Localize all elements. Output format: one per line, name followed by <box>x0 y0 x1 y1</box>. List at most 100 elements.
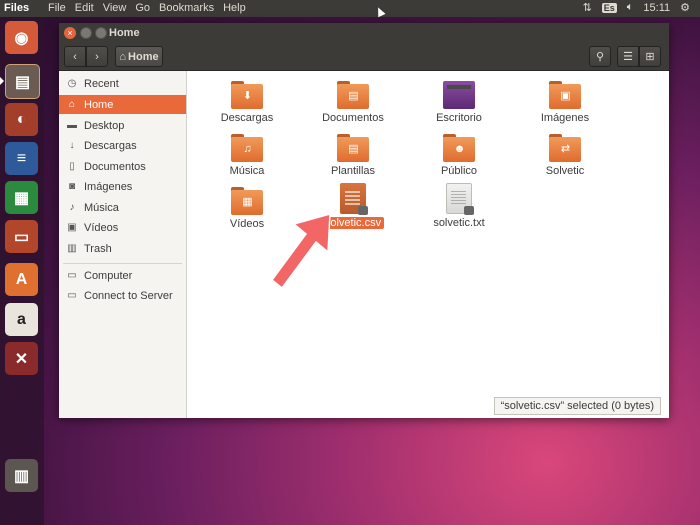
search-button[interactable]: ⚲ <box>589 46 611 67</box>
lock-icon <box>358 206 368 215</box>
sidebar-item-descargas[interactable]: ↓ Descargas <box>59 136 186 155</box>
network-icon[interactable]: ⇅ <box>583 1 592 14</box>
file-item-escritorio[interactable]: Escritorio <box>414 81 504 124</box>
folder-icon: ⬇ <box>231 81 263 109</box>
clock[interactable]: 15:11 <box>643 2 670 14</box>
menu-edit[interactable]: Edit <box>75 2 94 14</box>
chevron-right-icon: › <box>95 50 99 63</box>
grid-view-button[interactable]: ⊞ <box>639 46 661 67</box>
file-item-imagenes[interactable]: ▣ Imágenes <box>520 81 610 124</box>
music-note-icon: ♫ <box>243 142 252 155</box>
menu-help[interactable]: Help <box>223 2 246 14</box>
camera-icon: ◙ <box>68 181 76 192</box>
close-button[interactable]: × <box>64 27 76 39</box>
sidebar-item-home[interactable]: ⌂ Home <box>59 95 186 114</box>
sidebar-item-label: Música <box>84 201 119 214</box>
folder-icon: ▬ <box>67 120 77 131</box>
film-icon: ▦ <box>242 196 253 208</box>
folder-icon: ▦ <box>231 187 263 215</box>
chevron-left-icon: ‹ <box>73 50 77 63</box>
folder-icon: ▤ <box>337 134 369 162</box>
sidebar-item-desktop[interactable]: ▬ Desktop <box>59 116 186 135</box>
system-settings-icon[interactable]: ✕ <box>5 342 38 375</box>
sidebar-item-musica[interactable]: ♪ Música <box>59 198 186 217</box>
share-icon: ⇄ <box>560 143 571 155</box>
volume-icon[interactable]: 🔈︎ <box>627 1 634 14</box>
server-icon: ▭ <box>67 290 77 301</box>
file-grid: ⬇ Descargas ▤ Documentos Escritorio ▣ Im… <box>187 71 669 418</box>
menu-bar: File Edit View Go Bookmarks Help <box>48 2 246 14</box>
home-icon: ⌂ <box>119 50 127 63</box>
menu-go[interactable]: Go <box>135 2 150 14</box>
sidebar-item-recent[interactable]: ◷ Recent <box>59 74 186 93</box>
path-bar-home[interactable]: ⌂ Home <box>115 46 163 67</box>
lock-icon <box>464 206 474 215</box>
minimize-button[interactable] <box>80 27 92 39</box>
sidebar-item-computer[interactable]: ▭ Computer <box>59 266 186 285</box>
firefox-icon[interactable]: ◐ <box>5 103 38 136</box>
file-manager-window: × Home ‹ › ⌂ Home ⚲ ☰ ⊞ ◷ Recent ⌂ Home ▬ De… <box>59 23 669 418</box>
keyboard-layout-indicator[interactable]: Es <box>601 2 617 13</box>
file-item-solvetic[interactable]: ⇄ Solvetic <box>520 134 610 177</box>
title-bar: × Home <box>59 23 669 43</box>
file-name: Escritorio <box>436 112 482 124</box>
file-name: Solvetic <box>545 165 585 177</box>
file-item-descargas[interactable]: ⬇ Descargas <box>202 81 292 124</box>
document-icon: ▤ <box>348 90 359 102</box>
forward-button[interactable]: › <box>86 46 108 67</box>
path-bar-label: Home <box>128 50 159 63</box>
sidebar-item-label: Connect to Server <box>84 289 173 302</box>
file-name: Vídeos <box>229 218 265 230</box>
document-icon: ▤ <box>348 143 359 155</box>
folder-icon: ▣ <box>549 81 581 109</box>
menu-view[interactable]: View <box>103 2 127 14</box>
back-button[interactable]: ‹ <box>64 46 86 67</box>
sidebar-item-label: Trash <box>84 242 112 255</box>
trash-icon[interactable]: ▥ <box>5 459 38 492</box>
launcher: ◉ ▤ ◐ ≡ ▦ ▭ A a ✕ ▥ <box>0 17 44 525</box>
trash-icon: ▥ <box>67 243 77 254</box>
sidebar-item-trash[interactable]: ▥ Trash <box>59 239 186 258</box>
folder-icon: ▤ <box>337 81 369 109</box>
folder-icon: ♫ <box>231 134 263 162</box>
download-icon: ↓ <box>69 140 75 151</box>
file-name: Música <box>229 165 265 177</box>
calc-icon[interactable]: ▦ <box>5 181 38 214</box>
menu-file[interactable]: File <box>48 2 66 14</box>
folder-icon: ⇄ <box>549 134 581 162</box>
status-bar: “solvetic.csv” selected (0 bytes) <box>493 397 661 415</box>
ubuntu-dash-icon[interactable]: ◉ <box>5 21 38 54</box>
sidebar: ◷ Recent ⌂ Home ▬ Desktop ↓ Descargas ▯ Docum… <box>59 71 187 418</box>
maximize-button[interactable] <box>95 27 107 39</box>
impress-icon[interactable]: ▭ <box>5 220 38 253</box>
file-name: solvetic.txt <box>433 217 485 229</box>
file-item-documentos[interactable]: ▤ Documentos <box>308 81 398 124</box>
system-tray: ⇅ Es 🔈︎ 15:11 ⚙︎ <box>583 1 690 14</box>
sidebar-item-videos[interactable]: ▣ Vídeos <box>59 218 186 237</box>
file-item-musica[interactable]: ♫ Música <box>202 134 292 177</box>
text-file-icon <box>446 183 474 215</box>
list-icon: ☰ <box>623 51 633 63</box>
menu-bookmarks[interactable]: Bookmarks <box>159 2 214 14</box>
grid-icon: ⊞ <box>645 51 655 63</box>
sidebar-item-connect-to-server[interactable]: ▭ Connect to Server <box>59 286 186 305</box>
software-center-icon[interactable]: A <box>5 263 38 296</box>
power-icon[interactable]: ⚙︎ <box>680 1 690 14</box>
file-name: Documentos <box>322 112 384 124</box>
folder-icon: ☻ <box>443 134 475 162</box>
music-note-icon: ♪ <box>69 202 75 213</box>
sidebar-item-label: Computer <box>84 269 133 282</box>
spreadsheet-icon <box>340 183 368 215</box>
amazon-icon[interactable]: a <box>5 303 38 336</box>
file-name: Plantillas <box>330 165 376 177</box>
files-icon[interactable]: ▤ <box>5 64 40 99</box>
content-area: ◷ Recent ⌂ Home ▬ Desktop ↓ Descargas ▯ Docum… <box>59 71 669 418</box>
file-item-plantillas[interactable]: ▤ Plantillas <box>308 134 398 177</box>
sidebar-item-documentos[interactable]: ▯ Documentos <box>59 157 186 176</box>
file-item-publico[interactable]: ☻ Público <box>414 134 504 177</box>
list-view-button[interactable]: ☰ <box>617 46 639 67</box>
sidebar-item-imagenes[interactable]: ◙ Imágenes <box>59 177 186 196</box>
writer-icon[interactable]: ≡ <box>5 142 38 175</box>
file-item-solvetic-txt[interactable]: solvetic.txt <box>414 183 504 229</box>
toolbar: ‹ › ⌂ Home ⚲ ☰ ⊞ <box>59 43 669 71</box>
